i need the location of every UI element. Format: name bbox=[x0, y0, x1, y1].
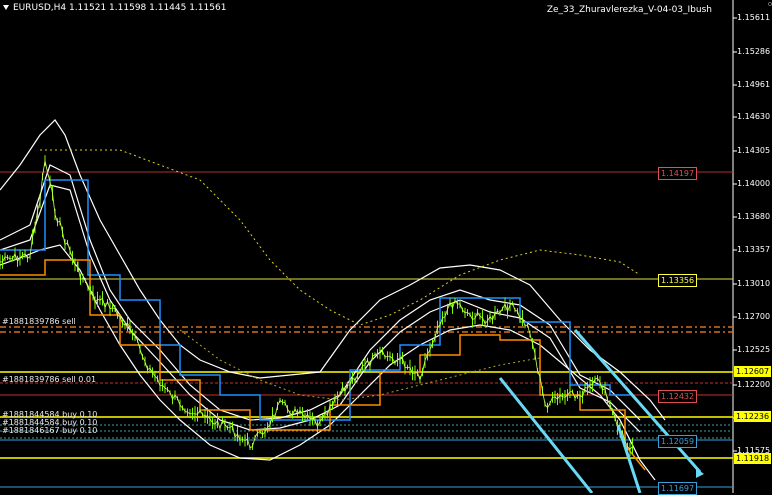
y-tick-label: 1.13357 bbox=[737, 245, 771, 254]
order-label[interactable]: #1881839786 sell 0.01 bbox=[2, 375, 96, 384]
y-tick-label: 1.15611 bbox=[737, 13, 771, 22]
price-marker-box: 1.12236 bbox=[734, 411, 771, 422]
price-marker-box: 1.12607 bbox=[734, 366, 771, 377]
price-label-box: 1.13356 bbox=[658, 274, 698, 287]
y-tick-label: 1.15286 bbox=[737, 47, 771, 56]
y-tick-label: 1.12200 bbox=[737, 380, 771, 389]
y-tick-label: 1.13680 bbox=[737, 212, 771, 221]
y-tick-label: 1.14961 bbox=[737, 80, 771, 89]
dropdown-arrow-icon[interactable] bbox=[3, 5, 9, 10]
price-marker-box: 1.11918 bbox=[734, 453, 771, 464]
moving-average-dotted bbox=[40, 149, 641, 326]
order-label[interactable]: #1881846167 buy 0.10 bbox=[2, 426, 97, 435]
y-tick-label: 1.12525 bbox=[737, 345, 771, 354]
order-label[interactable]: #1881839786 sell bbox=[2, 317, 76, 326]
price-label-box: 1.12432 bbox=[658, 390, 698, 403]
price-label-box: 1.11697 bbox=[658, 482, 698, 495]
y-tick-label: 1.12700 bbox=[737, 312, 771, 321]
price-chart[interactable] bbox=[0, 0, 772, 493]
indicator-name: Ze_33_Zhuravlerezka_V-04-03_Ibush bbox=[546, 5, 712, 15]
y-tick-label: 1.14000 bbox=[737, 179, 771, 188]
chart-title: EURUSD,H4 1.11521 1.11598 1.11445 1.1156… bbox=[3, 3, 226, 13]
symbol-quote: EURUSD,H4 1.11521 1.11598 1.11445 1.1156… bbox=[13, 3, 227, 13]
y-tick-label: 1.13010 bbox=[737, 279, 771, 288]
arrow-head-icon bbox=[696, 468, 704, 478]
price-label-box: 1.12059 bbox=[658, 435, 698, 448]
price-label-box: 1.14197 bbox=[658, 167, 698, 180]
y-tick-label: 1.14305 bbox=[737, 146, 771, 155]
y-tick-label: 1.14630 bbox=[737, 112, 771, 121]
envelope-band-0 bbox=[0, 119, 666, 421]
